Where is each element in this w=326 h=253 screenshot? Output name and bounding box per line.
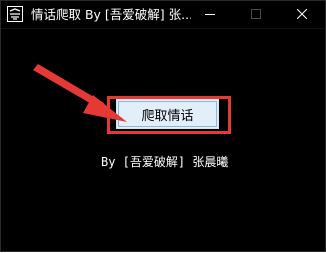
app-window: 情话爬取 By [吾爱破解] 张... 爬取情话 By [吾爱破解] 张晨曦 [0,0,326,252]
close-button[interactable] [279,1,325,28]
title-bar[interactable]: 情话爬取 By [吾爱破解] 张... [1,1,325,29]
crawl-love-words-button[interactable]: 爬取情话 [116,99,219,129]
minimize-button[interactable] [187,1,233,28]
app-logo-icon [7,6,23,22]
minimize-icon [205,6,215,24]
author-credit: By [吾爱破解] 张晨曦 [101,155,229,169]
client-area: 爬取情话 By [吾爱破解] 张晨曦 [1,29,325,251]
close-icon [296,6,308,24]
window-title: 情话爬取 By [吾爱破解] 张... [31,7,191,22]
maximize-button[interactable] [233,1,279,28]
maximize-icon [251,6,261,24]
